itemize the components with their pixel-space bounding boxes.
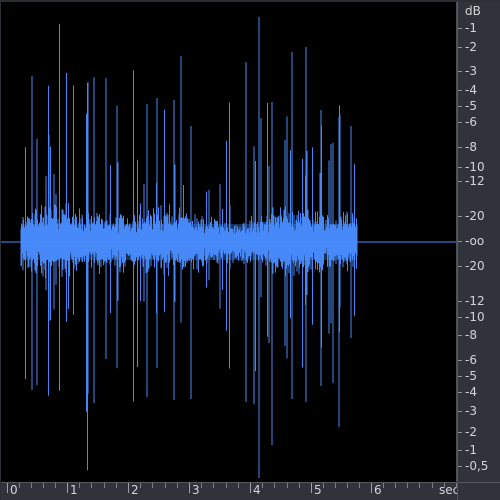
db-tick-bottom-3 [458, 335, 462, 336]
time-minor-tick [274, 483, 275, 488]
waveform-display[interactable] [1, 2, 457, 482]
db-tick-label-top-4: -5 [465, 99, 477, 113]
db-tick-bottom-2 [458, 317, 462, 318]
db-tick-label-bottom-0: -20 [465, 259, 485, 273]
db-tick-bottom-10 [458, 466, 462, 467]
db-tick-bottom-7 [458, 411, 462, 412]
db-tick-bottom-1 [458, 301, 462, 302]
db-tick-bottom-6 [458, 392, 462, 393]
db-tick-label-bottom-5: -5 [465, 369, 477, 383]
db-tick-top-8 [458, 181, 462, 182]
db-tick-label-top-0: -1 [465, 21, 477, 35]
time-minor-tick [55, 483, 56, 488]
db-tick-label-bottom-3: -8 [465, 328, 477, 342]
time-minor-tick [299, 483, 300, 488]
db-tick-top-4 [458, 106, 462, 107]
db-tick-label-top-3: -4 [465, 83, 477, 97]
ruler-corner [457, 482, 500, 500]
db-tick-label-bottom-8: -2 [465, 425, 477, 439]
time-minor-tick [287, 483, 288, 488]
time-minor-tick [359, 483, 360, 488]
time-tick-label-4: 4 [253, 483, 261, 497]
db-tick-bottom-8 [458, 432, 462, 433]
time-major-tick-5 [311, 483, 312, 493]
db-tick-label-bottom-7: -3 [465, 404, 477, 418]
time-minor-tick [347, 483, 348, 488]
db-tick-label-top-9: -20 [465, 209, 485, 223]
db-tick-top-2 [458, 71, 462, 72]
time-major-tick-2 [128, 483, 129, 493]
time-minor-tick [91, 483, 92, 488]
time-tick-label-0: 0 [10, 483, 18, 497]
time-major-tick-0 [7, 483, 8, 493]
time-major-tick-3 [189, 483, 190, 493]
time-minor-tick [19, 483, 20, 488]
time-minor-tick [444, 483, 445, 488]
db-tick-label-top-5: -6 [465, 115, 477, 129]
time-minor-tick [79, 483, 80, 488]
time-minor-tick [335, 483, 336, 488]
db-tick-bottom-9 [458, 450, 462, 451]
db-tick-label-bottom-1: -12 [465, 294, 485, 308]
db-tick-label-bottom-2: -10 [465, 310, 485, 324]
time-minor-tick [407, 483, 408, 488]
db-tick-label-top-8: -12 [465, 174, 485, 188]
db-tick-top-0 [458, 28, 462, 29]
time-ruler[interactable]: sec 0123456 [1, 482, 481, 500]
time-minor-tick [419, 483, 420, 488]
time-minor-tick [177, 483, 178, 488]
time-minor-tick [152, 483, 153, 488]
time-minor-tick [432, 483, 433, 488]
db-ruler[interactable]: dB -1 -2 -3 -4 -5 -6 -8 -10 -12 -20 -oo -20 -12 -10 -8… [457, 2, 500, 482]
time-tick-label-2: 2 [131, 483, 139, 497]
waveform-core-band [21, 224, 357, 260]
db-tick-label-top-10: -oo [465, 234, 485, 248]
db-tick-top-6 [458, 147, 462, 148]
time-minor-tick [226, 483, 227, 488]
time-minor-tick [31, 483, 32, 488]
db-tick-top-5 [458, 122, 462, 123]
db-tick-bottom-0 [458, 266, 462, 267]
db-tick-bottom-4 [458, 360, 462, 361]
time-minor-tick [383, 483, 384, 488]
time-major-tick-4 [250, 483, 251, 493]
audio-waveform-editor: dB -1 -2 -3 -4 -5 -6 -8 -10 -12 -20 -oo -20 -12 -10 -8… [0, 0, 500, 500]
time-tick-label-3: 3 [192, 483, 200, 497]
time-minor-tick [140, 483, 141, 488]
time-tick-label-6: 6 [374, 483, 382, 497]
db-tick-label-bottom-10: -0,5 [465, 459, 489, 473]
time-minor-tick [104, 483, 105, 488]
time-minor-tick [201, 483, 202, 488]
time-minor-tick [238, 483, 239, 488]
db-tick-top-9 [458, 216, 462, 217]
time-minor-tick [395, 483, 396, 488]
db-tick-top-7 [458, 167, 462, 168]
time-major-tick-6 [371, 483, 372, 493]
db-tick-label-bottom-9: -1 [465, 443, 477, 457]
db-tick-label-bottom-6: -4 [465, 385, 477, 399]
time-minor-tick [323, 483, 324, 488]
db-tick-label-top-7: -10 [465, 160, 485, 174]
time-minor-tick [43, 483, 44, 488]
time-minor-tick [116, 483, 117, 488]
time-minor-tick [165, 483, 166, 488]
db-tick-label-top-6: -8 [465, 140, 477, 154]
db-tick-bottom-5 [458, 376, 462, 377]
time-major-tick-1 [67, 483, 68, 493]
time-minor-tick [262, 483, 263, 488]
db-tick-label-top-1: -2 [465, 40, 477, 54]
db-tick-top-1 [458, 47, 462, 48]
time-tick-label-5: 5 [314, 483, 322, 497]
time-minor-tick [213, 483, 214, 488]
db-unit-label: dB [465, 4, 481, 18]
db-tick-label-top-2: -3 [465, 64, 477, 78]
db-tick-top-10 [458, 241, 462, 242]
time-tick-label-1: 1 [70, 483, 78, 497]
db-tick-label-bottom-4: -6 [465, 353, 477, 367]
waveform-svg[interactable] [1, 2, 456, 482]
db-tick-top-3 [458, 90, 462, 91]
